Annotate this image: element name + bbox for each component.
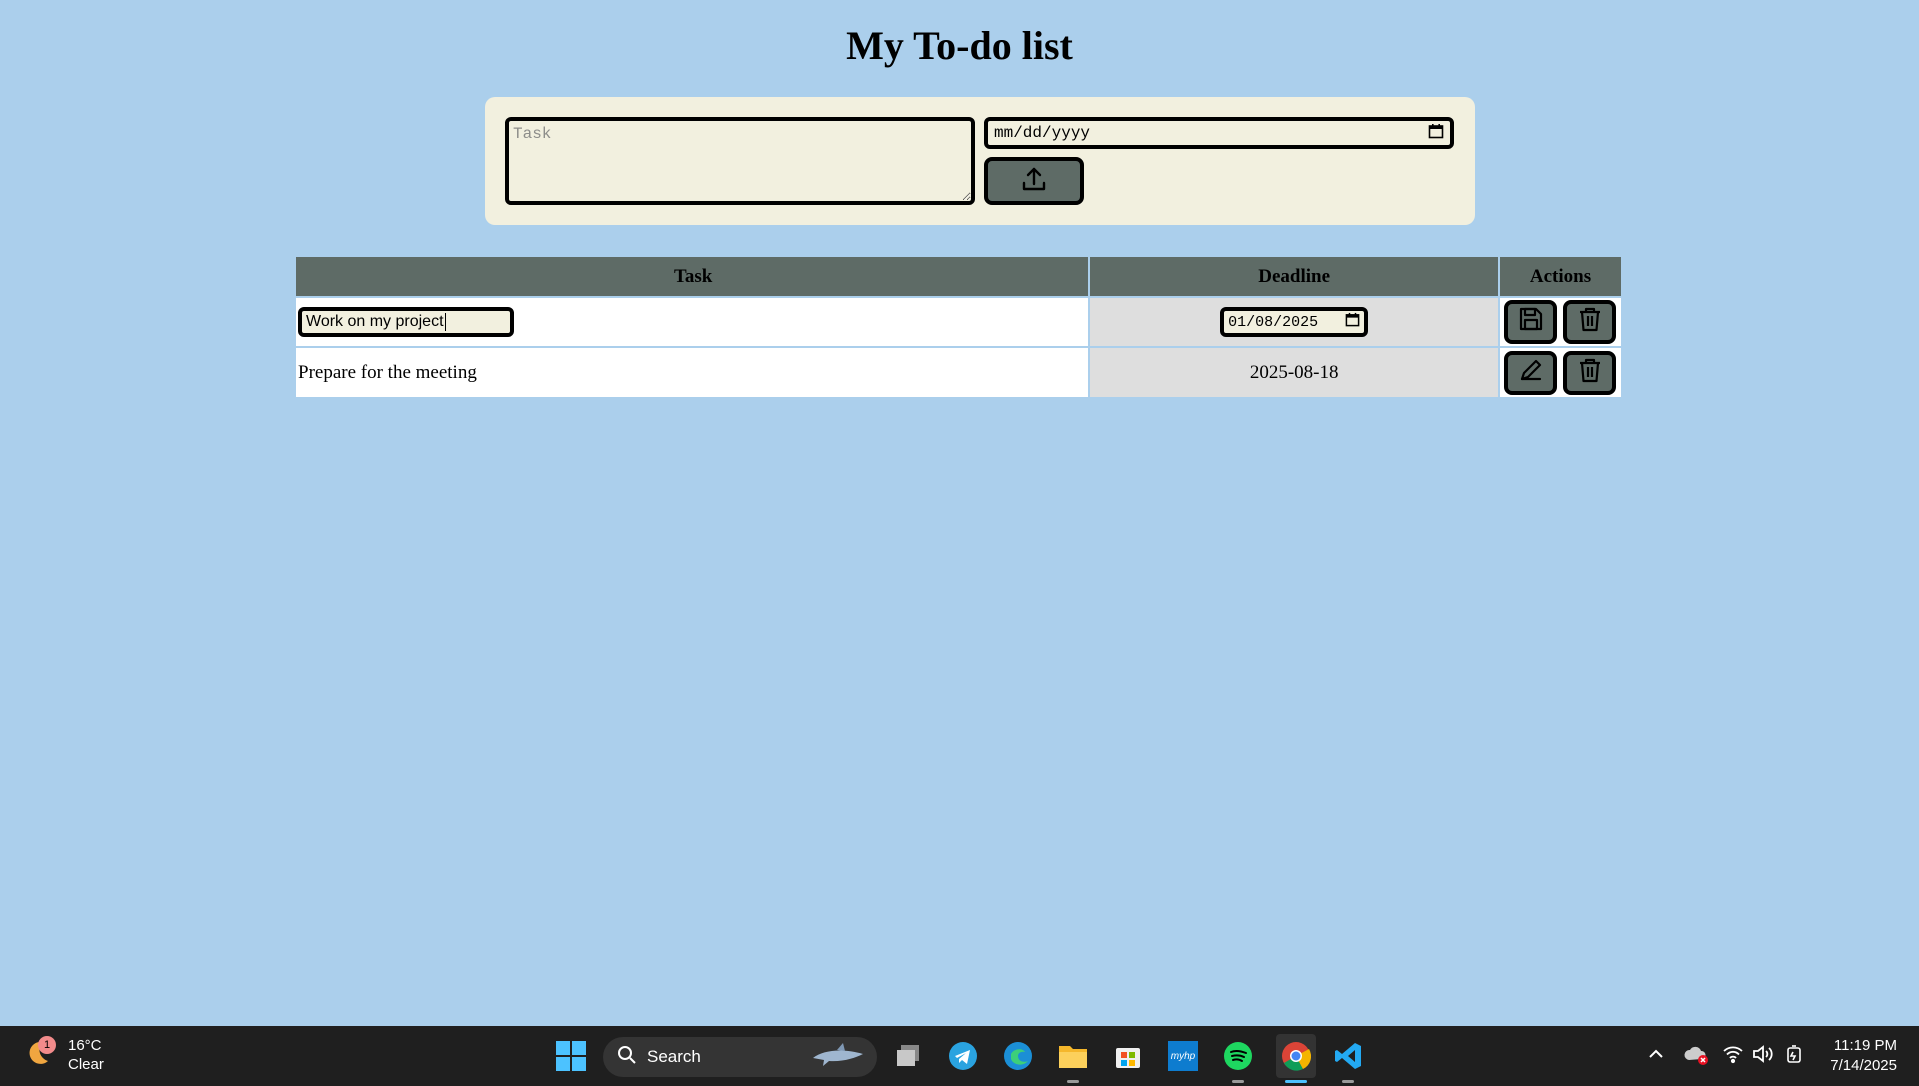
save-icon: [1517, 305, 1545, 339]
table-header-row: Task Deadline Actions: [296, 257, 1623, 297]
onedrive-error-icon[interactable]: [1684, 1044, 1710, 1071]
task-cell: Work on my project: [296, 296, 1091, 347]
table-row: Work on my project 01/08/2025: [296, 296, 1623, 347]
task-edit-value: Work on my project: [306, 313, 444, 330]
text-caret: [444, 313, 446, 331]
add-task-form: mm/dd/yyyy: [485, 97, 1475, 225]
moon-icon: 1: [22, 1035, 56, 1073]
weather-condition: Clear: [68, 1056, 104, 1073]
delete-button[interactable]: [1563, 350, 1616, 395]
deadline-date-input[interactable]: mm/dd/yyyy: [984, 117, 1454, 149]
task-cell: Prepare for the meeting: [296, 346, 1091, 397]
header-task: Task: [296, 257, 1091, 297]
chevron-up-icon[interactable]: [1646, 1044, 1666, 1069]
calendar-icon[interactable]: [1345, 312, 1360, 332]
edit-button[interactable]: [1504, 350, 1557, 395]
save-button[interactable]: [1504, 300, 1557, 344]
deadline-cell: 01/08/2025: [1089, 296, 1500, 347]
myhp-label: myhp: [1168, 1041, 1198, 1071]
calendar-icon[interactable]: [1428, 123, 1444, 144]
vscode-running-indicator: [1342, 1080, 1354, 1083]
shark-icon: [811, 1042, 867, 1073]
delete-button[interactable]: [1563, 300, 1616, 344]
header-deadline: Deadline: [1089, 257, 1500, 297]
telegram-icon[interactable]: [946, 1039, 980, 1073]
deadline-edit-value: 01/08/2025: [1228, 313, 1319, 331]
microsoft-store-icon[interactable]: [1111, 1039, 1145, 1073]
chrome-icon[interactable]: [1276, 1034, 1316, 1078]
edge-icon[interactable]: [1001, 1039, 1035, 1073]
actions-cell: [1499, 296, 1623, 347]
add-task-button[interactable]: [984, 157, 1084, 205]
search-label: Search: [647, 1047, 701, 1066]
vscode-icon[interactable]: [1331, 1039, 1365, 1073]
deadline-edit-input[interactable]: 01/08/2025: [1220, 307, 1369, 337]
page-title: My To-do list: [846, 23, 1073, 68]
upload-icon: [1019, 164, 1049, 198]
search-icon: [617, 1045, 637, 1070]
actions-cell: [1499, 346, 1623, 397]
pencil-icon: [1517, 356, 1545, 390]
taskbar-search[interactable]: Search: [603, 1037, 877, 1077]
deadline-cell: 2025-08-18: [1089, 346, 1500, 397]
chrome-active-indicator: [1285, 1080, 1307, 1083]
weather-badge: 1: [38, 1035, 56, 1054]
windows-start-icon[interactable]: [554, 1039, 588, 1073]
clock-time: 11:19 PM: [1833, 1037, 1897, 1054]
weather-widget[interactable]: 1 16°C Clear: [22, 1035, 104, 1074]
battery-icon[interactable]: [1783, 1044, 1805, 1069]
trash-icon: [1576, 305, 1604, 339]
weather-temp: 16°C: [68, 1037, 102, 1054]
task-view-icon[interactable]: [891, 1039, 925, 1073]
volume-icon[interactable]: [1752, 1044, 1774, 1069]
clock-date: 7/14/2025: [1830, 1057, 1897, 1074]
windows-taskbar: 1 16°C Clear Search myhp 11:19 PM 7/14/2…: [0, 1026, 1919, 1086]
task-input[interactable]: [505, 117, 975, 205]
table-row: Prepare for the meeting 2025-08-18: [296, 346, 1623, 397]
file-explorer-icon[interactable]: [1056, 1039, 1090, 1073]
date-placeholder: mm/dd/yyyy: [994, 124, 1091, 142]
wifi-icon[interactable]: [1722, 1044, 1744, 1069]
trash-icon: [1576, 356, 1604, 390]
header-actions: Actions: [1499, 257, 1623, 297]
explorer-running-indicator: [1067, 1080, 1079, 1083]
system-clock[interactable]: 11:19 PM 7/14/2025: [1830, 1036, 1897, 1076]
myhp-icon[interactable]: myhp: [1166, 1039, 1200, 1073]
spotify-running-indicator: [1232, 1080, 1244, 1083]
spotify-icon[interactable]: [1221, 1039, 1255, 1073]
todo-table: Task Deadline Actions Work on my project…: [296, 257, 1623, 397]
task-edit-input[interactable]: Work on my project: [298, 307, 514, 337]
